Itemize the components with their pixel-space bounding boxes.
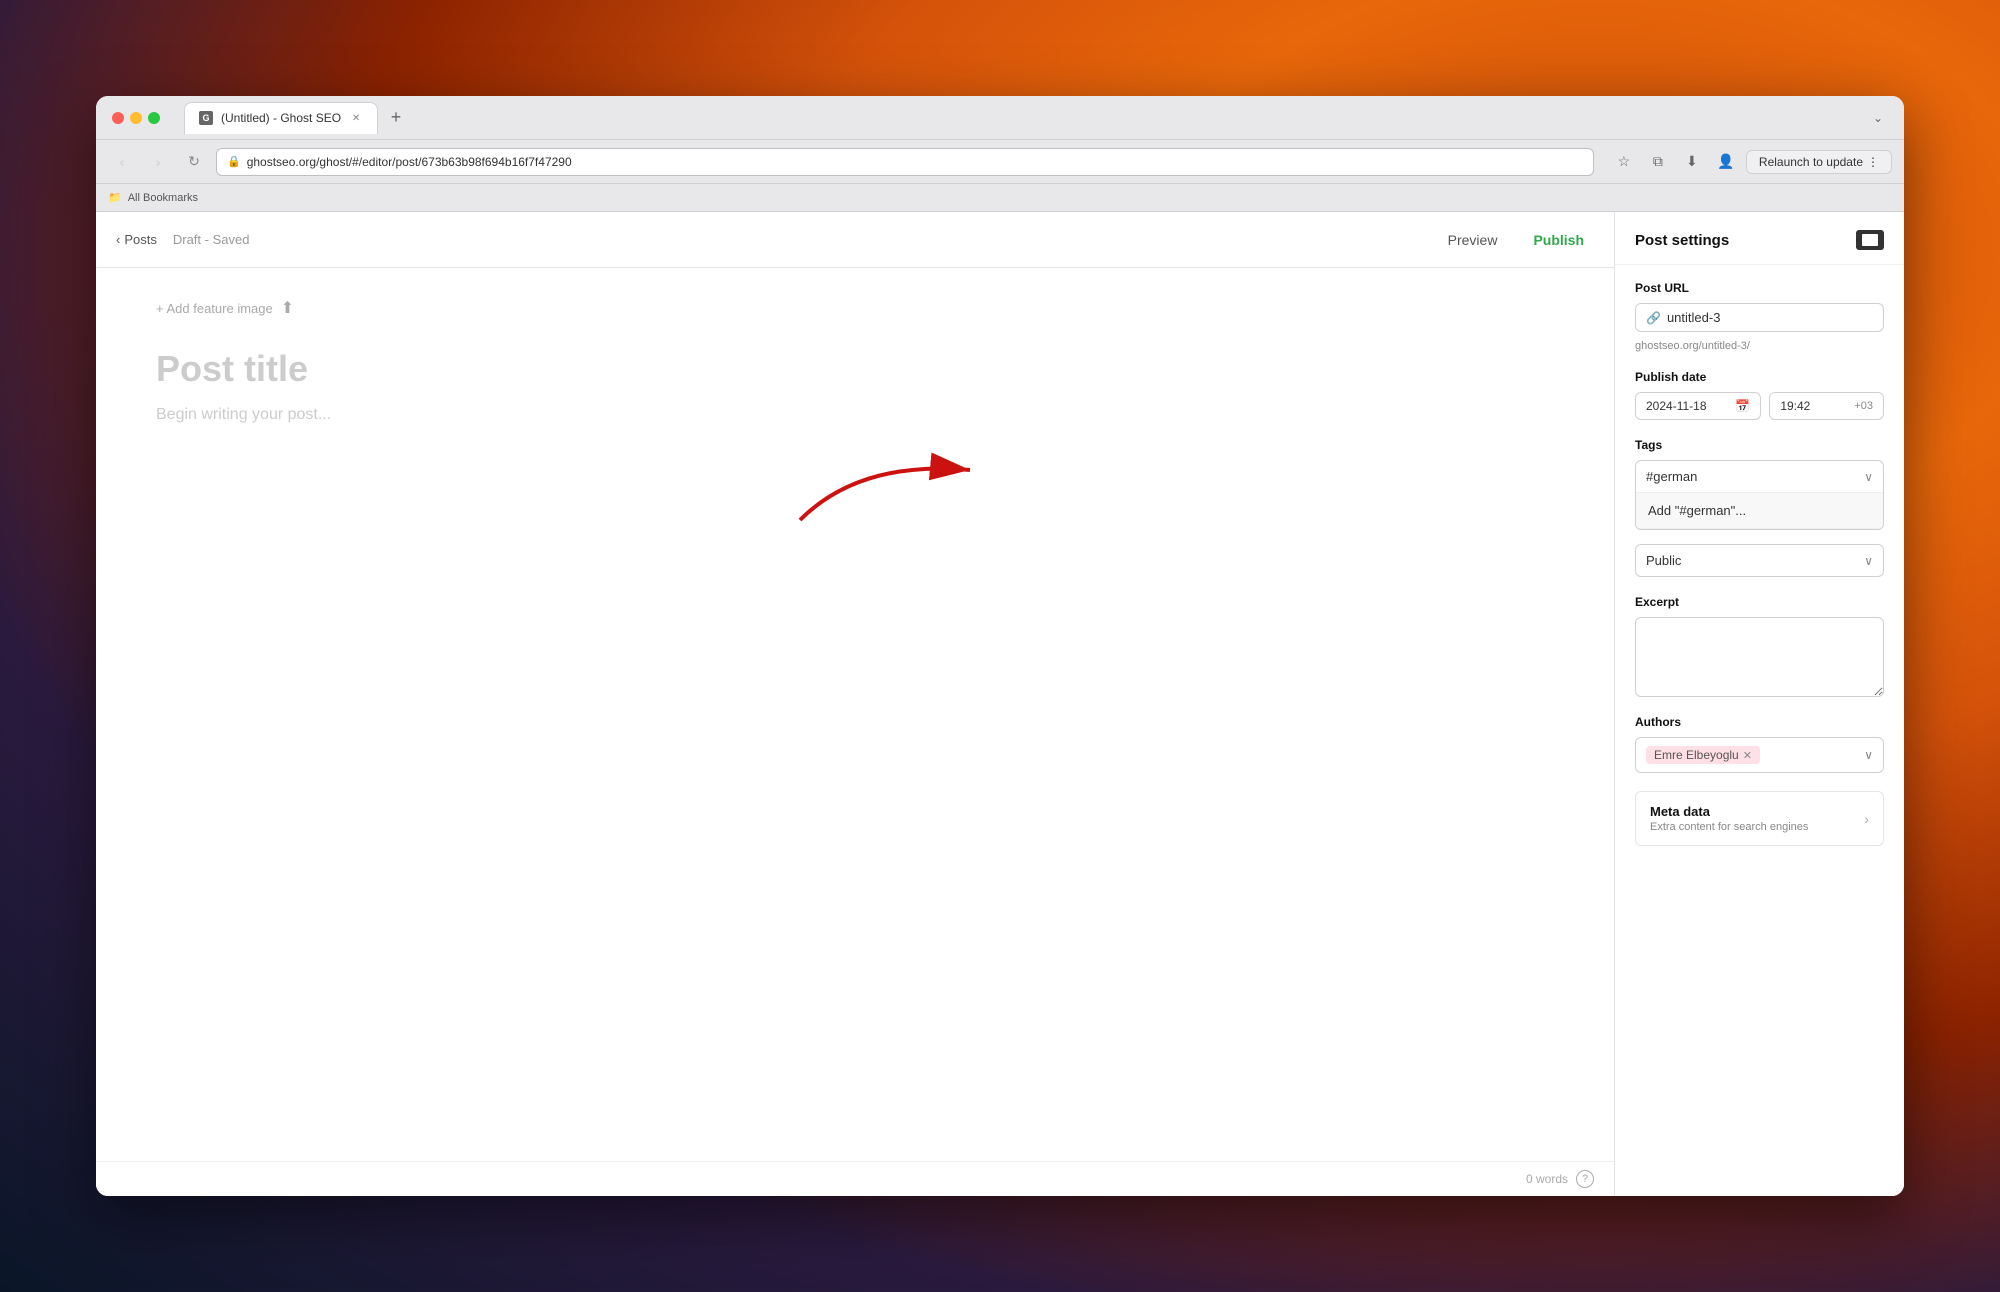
author-remove-button[interactable]: ✕ xyxy=(1743,749,1752,762)
publish-date-section: Publish date 📅 +03 xyxy=(1635,370,1884,420)
author-tag: Emre Elbeyoglu ✕ xyxy=(1646,746,1760,764)
tags-dropdown[interactable]: #german ∨ Add "#german"... xyxy=(1635,460,1884,530)
add-feature-image-button[interactable]: + Add feature image ⬆ xyxy=(156,298,1554,318)
toolbar-right: Preview Publish xyxy=(1438,226,1594,254)
tab-title: (Untitled) - Ghost SEO xyxy=(221,111,341,125)
tags-input-row[interactable]: #german ∨ xyxy=(1636,461,1883,493)
draft-status: Draft - Saved xyxy=(173,232,250,247)
tab-bar: G (Untitled) - Ghost SEO ✕ + xyxy=(184,102,1860,134)
author-dropdown[interactable]: Emre Elbeyoglu ✕ ∨ xyxy=(1635,737,1884,773)
browser-content: ‹ Posts Draft - Saved Preview Publish + … xyxy=(96,212,1904,1196)
help-icon[interactable]: ? xyxy=(1576,1170,1594,1188)
word-count: 0 words xyxy=(1526,1172,1568,1186)
access-chevron-down-icon: ∨ xyxy=(1864,554,1873,568)
meta-data-hint: Extra content for search engines xyxy=(1650,821,1808,833)
close-traffic-light[interactable] xyxy=(112,112,124,124)
address-bar[interactable]: 🔒 ghostseo.org/ghost/#/editor/post/673b6… xyxy=(216,148,1594,176)
settings-header: Post settings xyxy=(1615,212,1904,265)
meta-data-chevron-right-icon: › xyxy=(1864,811,1869,827)
bookmarks-label: All Bookmarks xyxy=(128,192,198,204)
access-value: Public xyxy=(1646,553,1681,568)
address-text: ghostseo.org/ghost/#/editor/post/673b63b… xyxy=(247,155,572,169)
time-input[interactable] xyxy=(1780,399,1850,413)
post-body-field[interactable]: Begin writing your post... xyxy=(156,406,1554,424)
post-url-input-wrapper[interactable]: 🔗 xyxy=(1635,303,1884,332)
preview-button[interactable]: Preview xyxy=(1438,226,1508,254)
address-bar-row: ‹ › ↻ 🔒 ghostseo.org/ghost/#/editor/post… xyxy=(96,140,1904,184)
settings-close-button[interactable] xyxy=(1856,230,1884,250)
add-feature-image-label: + Add feature image xyxy=(156,301,273,316)
meta-data-section[interactable]: Meta data Extra content for search engin… xyxy=(1635,791,1884,846)
back-label: Posts xyxy=(124,232,157,247)
forward-button[interactable]: › xyxy=(144,148,172,176)
access-dropdown[interactable]: Public ∨ xyxy=(1635,544,1884,577)
tags-label: Tags xyxy=(1635,438,1884,452)
minimize-traffic-light[interactable] xyxy=(130,112,142,124)
calendar-icon[interactable]: 📅 xyxy=(1735,399,1750,413)
back-to-posts-link[interactable]: ‹ Posts xyxy=(116,232,157,247)
upload-icon: ⬆ xyxy=(281,298,294,318)
settings-close-inner-icon xyxy=(1862,234,1878,246)
settings-content: Post URL 🔗 ghostseo.org/untitled-3/ Publ… xyxy=(1615,265,1904,862)
settings-panel: Post settings Post URL 🔗 ghostseo.org/un… xyxy=(1614,212,1904,1196)
post-url-label: Post URL xyxy=(1635,281,1884,295)
post-title-field[interactable]: Post title xyxy=(156,348,1554,390)
relaunch-button[interactable]: Relaunch to update ⋮ xyxy=(1746,150,1892,174)
author-name: Emre Elbeyoglu xyxy=(1654,748,1739,762)
meta-data-title: Meta data xyxy=(1650,804,1808,819)
timezone-label: +03 xyxy=(1854,400,1873,412)
tags-chevron-down-icon: ∨ xyxy=(1864,470,1873,484)
date-row: 📅 +03 xyxy=(1635,392,1884,420)
excerpt-label: Excerpt xyxy=(1635,595,1884,609)
extensions-button[interactable]: ⧉ xyxy=(1644,148,1672,176)
time-input-wrap[interactable]: +03 xyxy=(1769,392,1884,420)
post-url-input[interactable] xyxy=(1667,310,1873,325)
tab-close-button[interactable]: ✕ xyxy=(349,111,363,125)
browser-window: G (Untitled) - Ghost SEO ✕ + ⌄ ‹ › ↻ 🔒 g… xyxy=(96,96,1904,1196)
new-tab-button[interactable]: + xyxy=(382,104,410,132)
lock-icon: 🔒 xyxy=(227,155,241,168)
word-count-bar: 0 words ? xyxy=(96,1161,1614,1196)
settings-panel-title: Post settings xyxy=(1635,232,1729,249)
excerpt-section: Excerpt xyxy=(1635,595,1884,697)
tags-section: Tags #german ∨ Add "#german"... Public ∨ xyxy=(1635,438,1884,577)
date-input-wrap[interactable]: 📅 xyxy=(1635,392,1761,420)
publish-date-label: Publish date xyxy=(1635,370,1884,384)
meta-data-text: Meta data Extra content for search engin… xyxy=(1650,804,1808,833)
authors-label: Authors xyxy=(1635,715,1884,729)
bookmarks-bar: 📁 All Bookmarks xyxy=(96,184,1904,212)
tags-suggestion-item[interactable]: Add "#german"... xyxy=(1636,493,1883,529)
back-arrow-icon: ‹ xyxy=(116,232,120,247)
fullscreen-traffic-light[interactable] xyxy=(148,112,160,124)
bookmark-button[interactable]: ☆ xyxy=(1610,148,1638,176)
author-chevron-down-icon: ∨ xyxy=(1864,748,1873,762)
profile-button[interactable]: 👤 xyxy=(1712,148,1740,176)
download-button[interactable]: ⬇ xyxy=(1678,148,1706,176)
reload-button[interactable]: ↻ xyxy=(180,148,208,176)
tab-favicon: G xyxy=(199,111,213,125)
excerpt-textarea[interactable] xyxy=(1635,617,1884,697)
authors-section: Authors Emre Elbeyoglu ✕ ∨ xyxy=(1635,715,1884,773)
date-input[interactable] xyxy=(1646,399,1729,413)
window-controls-right: ⌄ xyxy=(1868,108,1888,128)
tags-current-value: #german xyxy=(1646,469,1697,484)
bookmarks-folder-icon: 📁 xyxy=(108,191,122,204)
publish-button[interactable]: Publish xyxy=(1523,226,1594,254)
link-icon: 🔗 xyxy=(1646,311,1661,325)
post-url-section: Post URL 🔗 ghostseo.org/untitled-3/ xyxy=(1635,281,1884,352)
title-bar: G (Untitled) - Ghost SEO ✕ + ⌄ xyxy=(96,96,1904,140)
active-tab[interactable]: G (Untitled) - Ghost SEO ✕ xyxy=(184,102,378,134)
expand-icon[interactable]: ⌄ xyxy=(1868,108,1888,128)
traffic-lights xyxy=(112,112,160,124)
editor-area: ‹ Posts Draft - Saved Preview Publish + … xyxy=(96,212,1614,1196)
back-button[interactable]: ‹ xyxy=(108,148,136,176)
editor-toolbar: ‹ Posts Draft - Saved Preview Publish xyxy=(96,212,1614,268)
post-url-hint: ghostseo.org/untitled-3/ xyxy=(1635,340,1884,352)
editor-body[interactable]: + Add feature image ⬆ Post title Begin w… xyxy=(96,268,1614,1161)
relaunch-chevron-icon: ⋮ xyxy=(1867,155,1879,169)
address-bar-actions: ☆ ⧉ ⬇ 👤 Relaunch to update ⋮ xyxy=(1610,148,1892,176)
